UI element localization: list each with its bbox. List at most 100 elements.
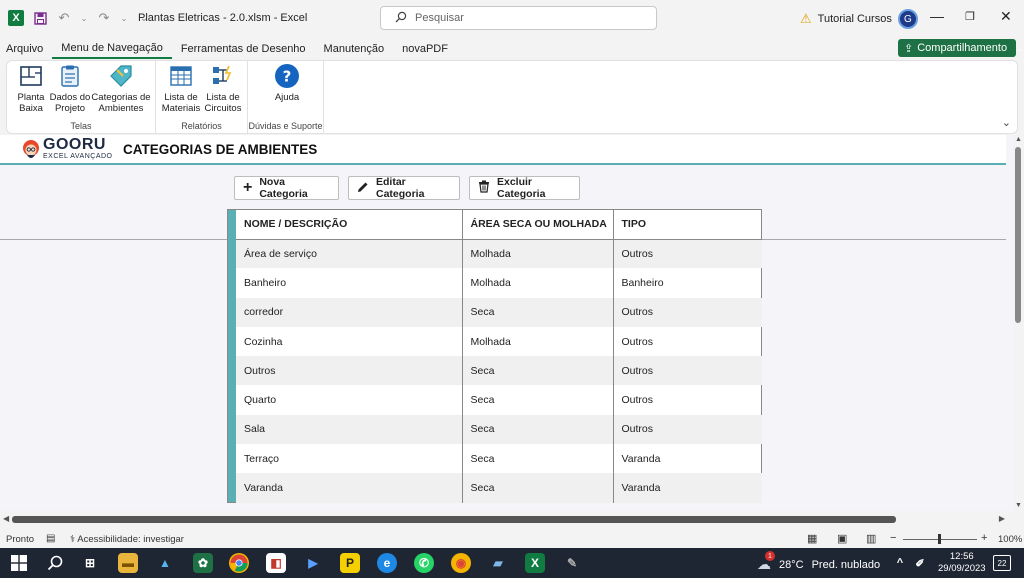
save-icon[interactable] — [32, 10, 48, 26]
file-explorer-icon[interactable]: ▬ — [118, 553, 138, 573]
cell-area: Molhada — [462, 268, 614, 298]
ribbon-collapse-icon[interactable]: ⌄ — [1002, 116, 1011, 129]
page-title: CATEGORIAS DE AMBIENTES — [123, 142, 318, 157]
gooru-logo: GOORU EXCEL AVANÇADO — [22, 136, 113, 162]
chrome-icon[interactable] — [229, 553, 249, 573]
column-header-area[interactable]: ÁREA SECA OU MOLHADA — [462, 210, 614, 240]
redo-icon[interactable]: ↷ — [96, 10, 112, 26]
warning-icon[interactable]: ⚠ — [800, 11, 812, 27]
scroll-up-icon[interactable]: ▲ — [1015, 136, 1022, 143]
table-row[interactable]: Terraço Seca Varanda — [236, 444, 762, 474]
excluir-categoria-button[interactable]: Excluir Categoria — [469, 176, 580, 200]
ribbon-group-relatorios: Lista de Materiais Lista de Circuitos Re… — [156, 61, 248, 133]
search-placeholder: Pesquisar — [415, 12, 464, 24]
task-view-icon[interactable]: ⊞ — [80, 553, 100, 573]
avatar[interactable]: G — [897, 9, 918, 29]
cell-area: Seca — [462, 385, 614, 415]
triangle-app-icon[interactable]: ▲ — [155, 553, 175, 573]
categories-table: NOME / DESCRIÇÃO ÁREA SECA OU MOLHADA TI… — [227, 209, 762, 503]
table-row[interactable]: Quarto Seca Outros — [236, 385, 762, 415]
planta-baixa-button[interactable]: Planta Baixa — [13, 63, 49, 114]
minimize-icon[interactable]: — — [930, 8, 944, 24]
gooru-mascot-icon — [23, 140, 39, 158]
vertical-scrollbar[interactable]: ▲ ▼ — [1013, 135, 1024, 511]
search-input[interactable]: Pesquisar — [380, 6, 657, 30]
cell-tipo: Outros — [613, 356, 762, 386]
notifications-icon[interactable]: 22 — [993, 555, 1011, 571]
system-clock[interactable]: 12:56 29/09/2023 — [938, 551, 986, 575]
table-row[interactable]: Cozinha Molhada Outros — [236, 326, 762, 357]
cell-tipo: Outros — [621, 394, 654, 407]
video-editor-icon[interactable]: ▶ — [303, 553, 323, 573]
categorias-de-ambientes-button[interactable]: Categorias de Ambientes — [91, 63, 151, 114]
undo-dropdown-icon[interactable]: ⌄ — [80, 10, 88, 26]
horizontal-scroll-thumb[interactable] — [12, 516, 896, 523]
office-app-icon[interactable]: ◧ — [266, 553, 286, 573]
restore-icon[interactable]: ❐ — [965, 10, 975, 23]
table-row[interactable]: Outros Seca Outros — [236, 356, 762, 386]
table-row[interactable]: Área de serviço Molhada Outros — [236, 239, 762, 269]
excel-taskbar-icon[interactable]: X — [525, 553, 545, 573]
horizontal-scrollbar[interactable]: ◀ ▶ — [0, 511, 1013, 527]
user-area[interactable]: ⚠ Tutorial Cursos G — [800, 9, 918, 29]
edge-icon[interactable]: e — [377, 553, 397, 573]
table-row[interactable]: Varanda Seca Varanda — [236, 473, 762, 503]
accessibility-status[interactable]: ⚕ Acessibilidade: investigar — [70, 534, 184, 545]
table-row[interactable]: Banheiro Molhada Banheiro — [236, 268, 762, 298]
app-p-icon[interactable]: P — [340, 553, 360, 573]
spreadsheet-app-icon[interactable]: ✿ — [193, 553, 213, 573]
zoom-level[interactable]: 100% — [998, 534, 1022, 545]
cell-nome: Banheiro — [236, 268, 463, 298]
column-header-nome[interactable]: NOME / DESCRIÇÃO — [236, 210, 463, 240]
zoom-in-icon[interactable]: + — [981, 532, 987, 544]
whatsapp-icon[interactable]: ✆ — [414, 553, 434, 573]
page-layout-view-icon[interactable]: ▣ — [837, 532, 847, 545]
table-row[interactable]: corredor Seca Outros — [236, 297, 762, 327]
share-icon: ⇪ — [904, 42, 914, 55]
normal-view-icon[interactable]: ▦ — [807, 532, 817, 545]
close-icon[interactable]: ✕ — [1000, 8, 1012, 25]
tab-ferramentas-de-desenho[interactable]: Ferramentas de Desenho — [172, 39, 315, 59]
zoom-slider-knob[interactable] — [938, 534, 941, 544]
ajuda-button[interactable]: ? Ajuda — [270, 63, 304, 103]
macro-record-icon[interactable]: ▤ — [46, 533, 55, 544]
undo-icon[interactable]: ↶ — [56, 10, 72, 26]
editar-categoria-button[interactable]: Editar Categoria — [348, 176, 460, 200]
chevron-up-icon[interactable]: ^ — [890, 553, 910, 573]
chrome-profile-icon[interactable]: ◉ — [451, 553, 471, 573]
dados-do-projeto-label-2: Projeto — [54, 103, 86, 114]
categorias-label-1: Categorias de — [91, 92, 151, 103]
tab-menu-de-navegacao[interactable]: Menu de Navegação — [52, 39, 172, 59]
cell-area: Seca — [462, 444, 614, 474]
tab-arquivo[interactable]: Arquivo — [0, 39, 52, 59]
help-icon: ? — [274, 63, 300, 89]
zoom-out-icon[interactable]: − — [890, 532, 896, 544]
page-break-view-icon[interactable]: ▥ — [866, 532, 876, 545]
clipboard-icon — [57, 63, 83, 89]
scroll-left-icon[interactable]: ◀ — [3, 514, 9, 523]
pen-icon[interactable]: ✐ — [910, 553, 930, 573]
table-row[interactable]: Sala Seca Outros — [236, 414, 762, 445]
brand-name: GOORU — [43, 136, 106, 153]
search-icon[interactable] — [45, 553, 65, 573]
vertical-scroll-thumb[interactable] — [1015, 147, 1021, 323]
scroll-down-icon[interactable]: ▼ — [1015, 502, 1022, 509]
lista-de-circuitos-button[interactable]: Lista de Circuitos — [204, 63, 242, 114]
cell-nome: Sala — [236, 414, 463, 445]
misc-app-icon[interactable]: ✎ — [562, 553, 582, 573]
tab-novapdf[interactable]: novaPDF — [393, 39, 457, 59]
lista-de-materiais-button[interactable]: Lista de Materiais — [162, 63, 200, 114]
dados-do-projeto-button[interactable]: Dados do Projeto — [49, 63, 91, 114]
scroll-right-icon[interactable]: ▶ — [999, 514, 1005, 523]
tab-manutencao[interactable]: Manutenção — [315, 39, 394, 59]
nova-categoria-button[interactable]: + Nova Categoria — [234, 176, 339, 200]
share-button[interactable]: ⇪ Compartilhamento ⌄ — [898, 39, 1024, 57]
weather-widget[interactable]: ☁ 1 28°C Pred. nublado — [757, 551, 880, 573]
windows-start-icon[interactable] — [9, 553, 29, 573]
accessibility-icon: ⚕ — [70, 534, 76, 545]
cell-nome: Área de serviço — [236, 239, 463, 269]
cloud-icon: ☁ 1 — [757, 551, 775, 573]
notes-app-icon[interactable]: ▰ — [488, 553, 508, 573]
redo-dropdown-icon[interactable]: ⌄ — [120, 10, 128, 26]
column-header-tipo[interactable]: TIPO — [613, 210, 762, 240]
